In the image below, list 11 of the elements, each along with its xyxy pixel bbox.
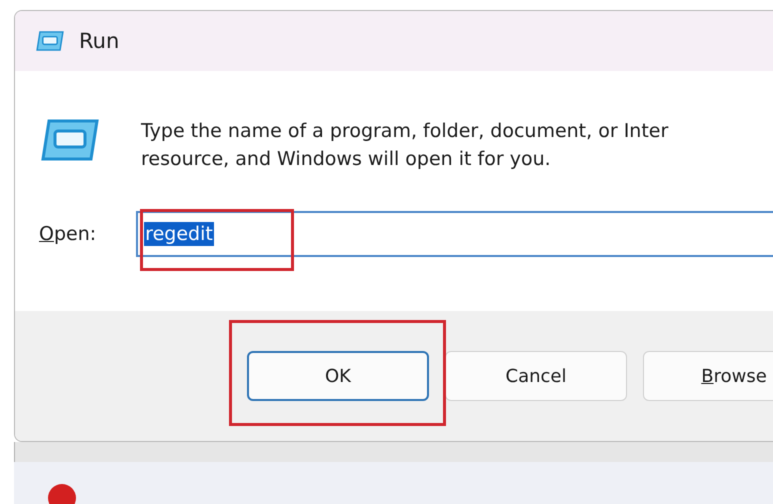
window-title: Run bbox=[79, 29, 120, 53]
instruction-text: Type the name of a program, folder, document, or Inter bbox=[141, 119, 668, 144]
run-icon bbox=[39, 117, 101, 163]
instruction-text: resource, and Windows will open it for you. bbox=[141, 147, 552, 172]
open-field[interactable]: regedit bbox=[136, 211, 773, 257]
open-label: Open: bbox=[39, 223, 96, 245]
notification-dot bbox=[48, 484, 76, 504]
run-icon bbox=[35, 30, 65, 52]
ok-button[interactable]: OK bbox=[247, 351, 429, 401]
cancel-button[interactable]: Cancel bbox=[445, 351, 627, 401]
browse-button[interactable]: Browse bbox=[643, 351, 773, 401]
